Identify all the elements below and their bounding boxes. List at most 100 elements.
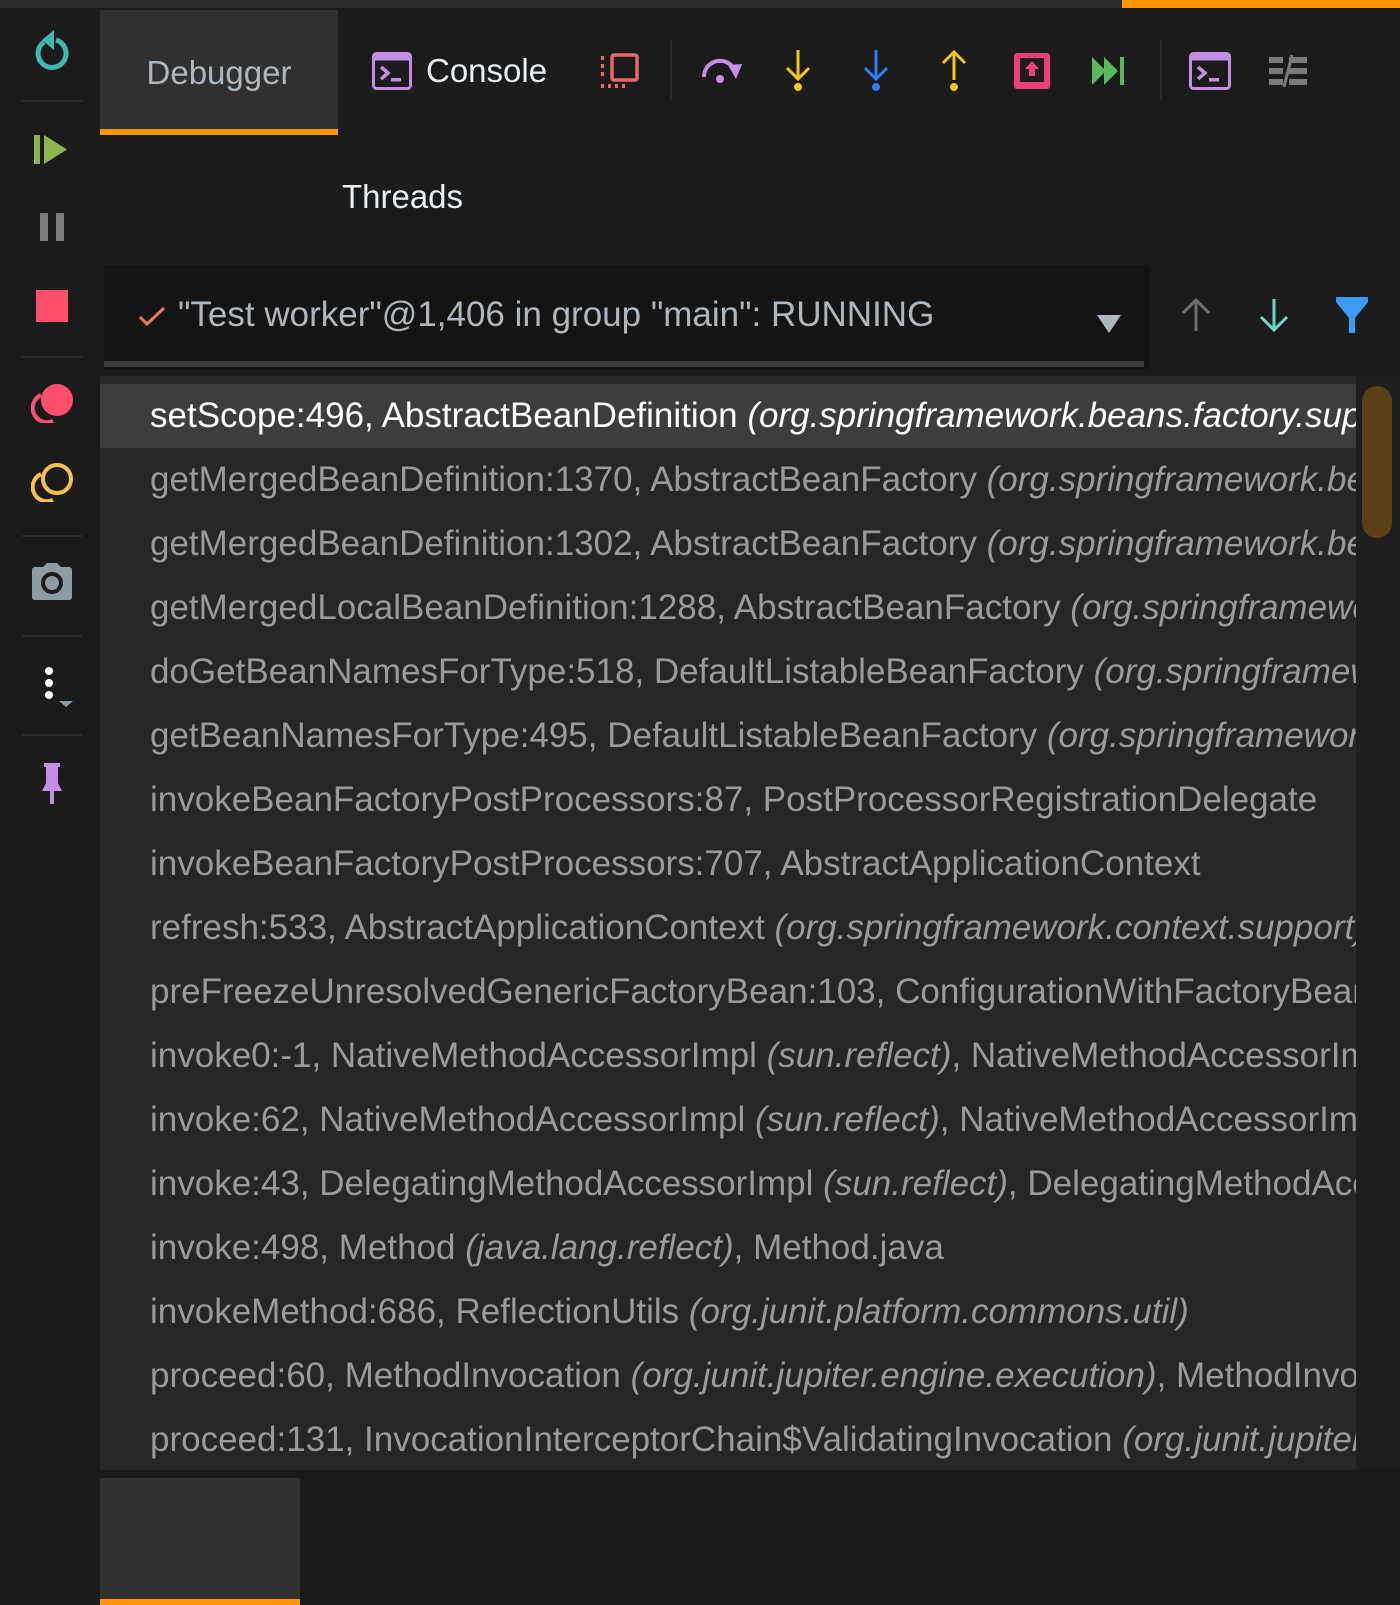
tab-console-label: Console bbox=[426, 52, 548, 89]
evaluate-expression-button[interactable] bbox=[1186, 46, 1234, 96]
frame-row[interactable]: setScope:496, AbstractBeanDefinition (or… bbox=[100, 384, 1356, 448]
frame-package: (sun.reflect) bbox=[823, 1164, 1008, 1203]
thread-dropdown[interactable]: "Test worker"@1,406 in group "main": RUN… bbox=[104, 265, 1150, 369]
layout-icon bbox=[601, 53, 639, 88]
tab-threads[interactable]: Threads bbox=[300, 135, 505, 259]
sidebar-separator bbox=[22, 356, 82, 358]
frame-row[interactable]: getBeanNamesForType:495, DefaultListable… bbox=[100, 704, 1356, 768]
step-out-icon bbox=[941, 50, 967, 91]
mute-breakpoints-button[interactable] bbox=[22, 454, 82, 510]
frame-package: (sun.reflect) bbox=[766, 1036, 952, 1075]
pause-icon bbox=[40, 213, 64, 241]
step-into-button[interactable] bbox=[776, 46, 820, 96]
resume-icon bbox=[34, 135, 67, 164]
sidebar-separator bbox=[22, 535, 82, 537]
chevron-down-icon bbox=[1097, 315, 1121, 333]
frame-package: (sun.reflect) bbox=[755, 1100, 940, 1139]
scrollbar-thumb[interactable] bbox=[1362, 386, 1392, 538]
pin-tab-button[interactable] bbox=[22, 756, 82, 812]
run-to-cursor-icon bbox=[1092, 57, 1124, 85]
thread-label: "Test worker"@1,406 in group "main": RUN… bbox=[178, 295, 935, 334]
resume-button[interactable] bbox=[22, 122, 82, 178]
trace-icon bbox=[1269, 54, 1307, 88]
frame-file: , NativeMethodAccessorImpl.java bbox=[951, 1036, 1356, 1075]
check-icon bbox=[138, 306, 166, 327]
frame-row[interactable]: proceed:131, InvocationInterceptorChain$… bbox=[100, 1408, 1356, 1470]
frames-scrollbar[interactable] bbox=[1356, 376, 1400, 1470]
frame-package: (org.springframework.beans.factory.suppo… bbox=[747, 396, 1356, 435]
frame-method: doGetBeanNamesForType:518, DefaultListab… bbox=[150, 652, 1094, 691]
frame-row[interactable]: proceed:60, MethodInvocation (org.junit.… bbox=[100, 1344, 1356, 1408]
layout-button[interactable] bbox=[598, 46, 642, 96]
step-over-icon bbox=[701, 58, 742, 83]
frame-method: invoke:43, DelegatingMethodAccessorImpl bbox=[150, 1164, 824, 1203]
more-button[interactable] bbox=[22, 658, 82, 714]
thread-dump-button[interactable] bbox=[22, 554, 82, 610]
tab-console[interactable]: Console bbox=[372, 46, 547, 96]
frame-package: (org.springframework.beans.factory.suppo… bbox=[986, 460, 1356, 499]
sidebar-separator bbox=[22, 734, 82, 736]
frame-file: , NativeMethodAccessorImpl.java bbox=[939, 1100, 1356, 1139]
frame-method: getMergedBeanDefinition:1370, AbstractBe… bbox=[150, 460, 987, 499]
step-out-button[interactable] bbox=[932, 46, 976, 96]
frame-file: , DelegatingMethodAccessorImpl.java bbox=[1007, 1164, 1356, 1203]
next-frame-button[interactable] bbox=[1254, 295, 1294, 335]
drop-frame-button[interactable] bbox=[1010, 46, 1054, 96]
pause-button[interactable] bbox=[22, 200, 82, 256]
stop-button[interactable] bbox=[22, 278, 82, 334]
view-breakpoints-button[interactable] bbox=[22, 375, 82, 431]
bottom-strip bbox=[100, 1470, 1400, 1478]
frame-package: (org.springframework.beans.factory.suppo… bbox=[1046, 716, 1356, 755]
frame-row[interactable]: doGetBeanNamesForType:518, DefaultListab… bbox=[100, 640, 1356, 704]
frame-row[interactable]: getMergedLocalBeanDefinition:1288, Abstr… bbox=[100, 576, 1356, 640]
run-to-cursor-button[interactable] bbox=[1088, 46, 1132, 96]
frame-row[interactable]: invokeMethod:686, ReflectionUtils (org.j… bbox=[100, 1280, 1356, 1344]
step-over-button[interactable] bbox=[698, 46, 748, 96]
arrow-down-icon bbox=[1259, 299, 1289, 333]
stop-icon bbox=[36, 290, 68, 322]
frame-row[interactable]: invoke:43, DelegatingMethodAccessorImpl … bbox=[100, 1152, 1356, 1216]
frame-row[interactable]: getMergedBeanDefinition:1302, AbstractBe… bbox=[100, 512, 1356, 576]
frame-method: proceed:60, MethodInvocation bbox=[150, 1356, 631, 1395]
dropdown-underline bbox=[104, 361, 1144, 367]
frames-list: setScope:496, AbstractBeanDefinition (or… bbox=[100, 376, 1400, 1470]
frame-package: (org.junit.jupiter.engine.execution) bbox=[630, 1356, 1157, 1395]
frame-row[interactable]: getMergedBeanDefinition:1370, AbstractBe… bbox=[100, 448, 1356, 512]
sidebar-separator bbox=[22, 100, 82, 102]
frame-row[interactable]: invoke0:-1, NativeMethodAccessorImpl (su… bbox=[100, 1024, 1356, 1088]
frame-row[interactable]: invokeBeanFactoryPostProcessors:87, Post… bbox=[100, 768, 1356, 832]
frame-package: (org.springframework.beans.factory.suppo… bbox=[1070, 588, 1356, 627]
tab-debugger[interactable]: Debugger bbox=[100, 10, 338, 135]
debug-toolbar: Debugger Console bbox=[100, 8, 1400, 135]
frame-row[interactable]: preFreezeUnresolvedGenericFactoryBean:10… bbox=[100, 960, 1356, 1024]
frames-list-inner: setScope:496, AbstractBeanDefinition (or… bbox=[100, 384, 1356, 1470]
debug-sidebar bbox=[0, 8, 100, 1478]
frame-package: (org.springframework.context.support) bbox=[774, 908, 1356, 947]
previous-frame-button[interactable] bbox=[1176, 295, 1216, 335]
trace-button[interactable] bbox=[1266, 46, 1310, 96]
drop-frame-icon bbox=[1014, 53, 1050, 89]
frame-method: invoke0:-1, NativeMethodAccessorImpl bbox=[150, 1036, 767, 1075]
frames-threads-tabs: Frames Threads bbox=[100, 135, 1400, 1605]
frame-package: (java.lang.reflect) bbox=[465, 1228, 734, 1267]
force-step-into-button[interactable] bbox=[854, 46, 898, 96]
force-step-into-icon bbox=[863, 50, 889, 91]
frame-method: proceed:131, InvocationInterceptorChain$… bbox=[150, 1420, 1123, 1459]
rerun-button[interactable] bbox=[22, 22, 82, 78]
frame-file: , Method.java bbox=[733, 1228, 944, 1267]
rerun-icon bbox=[35, 30, 69, 70]
frame-row[interactable]: refresh:533, AbstractApplicationContext … bbox=[100, 896, 1356, 960]
toolbar-separator bbox=[1160, 40, 1162, 100]
frame-method: setScope:496, AbstractBeanDefinition bbox=[150, 396, 748, 435]
filter-frames-button[interactable] bbox=[1332, 295, 1372, 335]
frame-package: (org.junit.jupiter.engine.execution) bbox=[1122, 1420, 1356, 1459]
frame-method: refresh:533, AbstractApplicationContext bbox=[150, 908, 775, 947]
frame-package: (org.springframework.beans.factory.suppo… bbox=[986, 524, 1356, 563]
frame-row[interactable]: invoke:498, Method (java.lang.reflect), … bbox=[100, 1216, 1356, 1280]
top-strip bbox=[0, 0, 1400, 8]
toolbar-separator bbox=[670, 40, 672, 100]
frame-method: invokeBeanFactoryPostProcessors:707, Abs… bbox=[150, 844, 1201, 883]
frame-row[interactable]: invokeBeanFactoryPostProcessors:707, Abs… bbox=[100, 832, 1356, 896]
frame-method: invokeMethod:686, ReflectionUtils bbox=[150, 1292, 689, 1331]
frame-row[interactable]: invoke:62, NativeMethodAccessorImpl (sun… bbox=[100, 1088, 1356, 1152]
